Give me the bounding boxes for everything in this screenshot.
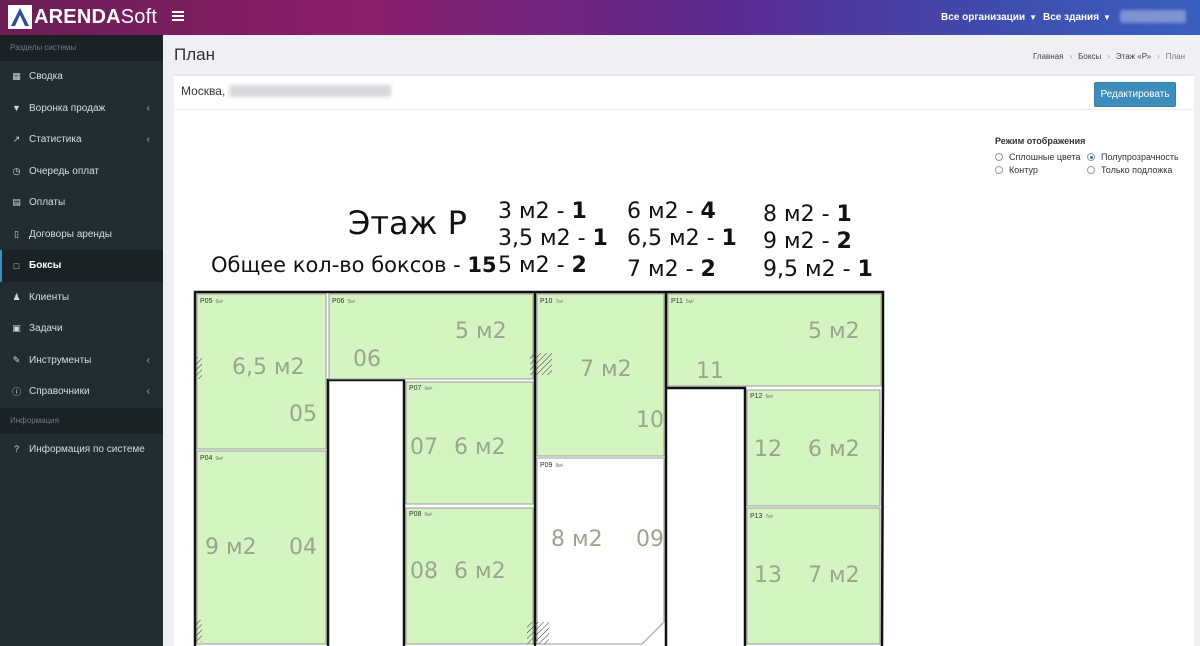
box-area: 6 м2 [808,437,860,462]
storage-box[interactable]: Р09 8м² 09 8 м2 [536,457,665,645]
menu-toggle-icon[interactable] [172,11,184,23]
breadcrumb-floor[interactable]: Этаж «Р» [1116,52,1151,61]
box-number: 07 [410,435,438,460]
storage-box[interactable]: Р06 5м² 06 5 м2 [328,293,534,380]
storage-box[interactable]: Р04 9м² 04 9 м2 [196,450,327,645]
filter-icon: ▼ [12,103,21,114]
box-area: 9 м2 [205,535,257,560]
box-area: 7 м2 [580,357,632,382]
caret-down-icon: ▼ [1103,13,1111,22]
panel-divider [174,109,1194,110]
size-legend: 3 м2 - 1 3,5 м2 - 1 5 м2 - 2 6 м2 - 4 6,… [498,199,873,282]
wall-hatch [196,357,202,379]
storage-box[interactable]: Р13 7м² 13 7 м2 [746,507,881,645]
box-code: Р06 5м² [332,298,356,305]
edit-button[interactable]: Редактировать [1094,82,1176,107]
box-code: Р04 9м² [200,455,224,462]
sidebar-item-label: Сводка [29,71,63,83]
box-code: Р08 6м² [409,511,433,518]
storage-box[interactable]: Р08 6м² 08 6 м2 [405,507,534,645]
box-code: Р07 6м² [409,385,433,392]
top-navbar: ARENDASoft Все организации ▼ Все здания ▼ [0,0,1200,35]
box-area: 8 м2 [551,527,603,552]
box-code: Р10 7м² [540,298,564,305]
box-number: 11 [696,359,724,384]
box-code: Р13 7м² [750,513,774,520]
breadcrumb: Главная › Боксы › Этаж «Р» › План [1033,52,1185,61]
box-number: 10 [636,408,664,433]
sidebar-section-header: Разделы системы [0,35,163,61]
arenda-logo-icon [8,5,32,29]
storage-box[interactable]: Р11 5м² 11 5 м2 [667,293,882,387]
box-area: 5 м2 [455,319,507,344]
storage-box[interactable]: Р12 6м² 12 6 м2 [746,389,881,507]
organizations-dropdown[interactable]: Все организации ▼ [941,0,1037,35]
address-redacted [229,85,392,97]
box-area: 6 м2 [454,559,506,584]
storage-box[interactable]: Р10 7м² 10 7 м2 [536,293,665,457]
svg-text:6 м2 - 4: 6 м2 - 4 [627,199,716,224]
floor-title: Этаж Р [348,204,467,242]
box-number: 04 [289,535,317,560]
box-number: 05 [289,402,317,427]
svg-text:3 м2 - 1: 3 м2 - 1 [498,199,587,224]
breadcrumb-current: План [1165,52,1185,61]
box-area: 6 м2 [454,435,506,460]
buildings-dropdown[interactable]: Все здания ▼ [1043,0,1111,35]
caret-down-icon: ▼ [1029,13,1038,22]
box-area: 7 м2 [808,563,860,588]
svg-text:9,5 м2 - 1: 9,5 м2 - 1 [763,257,873,282]
breadcrumb-boxes[interactable]: Боксы [1078,52,1101,61]
sidebar-item-label: Воронка продаж [29,102,106,114]
sidebar-item-0[interactable]: ▦ Сводка [0,61,163,93]
box-code: Р09 8м² [540,462,564,469]
user-menu[interactable] [1120,10,1186,23]
brand-name: ARENDASoft [34,5,158,28]
brand-logo[interactable]: ARENDASoft [8,4,157,30]
wall-hatch [527,622,549,644]
svg-text:6,5 м2 - 1: 6,5 м2 - 1 [627,226,737,251]
box-code: Р12 6м² [750,393,774,400]
svg-text:3,5 м2 - 1: 3,5 м2 - 1 [498,226,608,251]
total-boxes: Общее кол-во боксов - 15 [211,253,497,277]
building-address: Москва, [181,84,392,98]
svg-text:5 м2 - 2: 5 м2 - 2 [498,253,587,278]
box-code: Р05 6м² [200,298,224,305]
floor-plan: Этаж Р Общее кол-во боксов - 15 3 м2 - 1… [193,199,885,646]
svg-text:7 м2 - 2: 7 м2 - 2 [627,257,716,282]
wall-hatch [196,620,202,642]
page-title: План [174,45,215,64]
box-code: Р11 5м² [671,298,694,305]
box-number: 06 [353,347,381,372]
svg-text:9 м2 - 2: 9 м2 - 2 [763,229,852,254]
box-number: 09 [636,527,664,552]
chevron-left-icon: ‹ [146,102,150,114]
svg-text:8 м2 - 1: 8 м2 - 1 [763,202,852,227]
box-number: 08 [410,559,438,584]
breadcrumb-home[interactable]: Главная [1033,52,1063,61]
storage-box[interactable]: Р07 6м² 07 6 м2 [405,381,534,505]
box-area: 5 м2 [808,319,860,344]
box-area: 6,5 м2 [232,355,305,380]
wall-hatch [530,353,552,375]
box-number: 12 [754,437,782,462]
storage-box[interactable]: Р05 6м² 05 6,5 м2 [196,293,327,450]
calendar-icon: ▦ [12,71,21,82]
box-number: 13 [754,563,782,588]
